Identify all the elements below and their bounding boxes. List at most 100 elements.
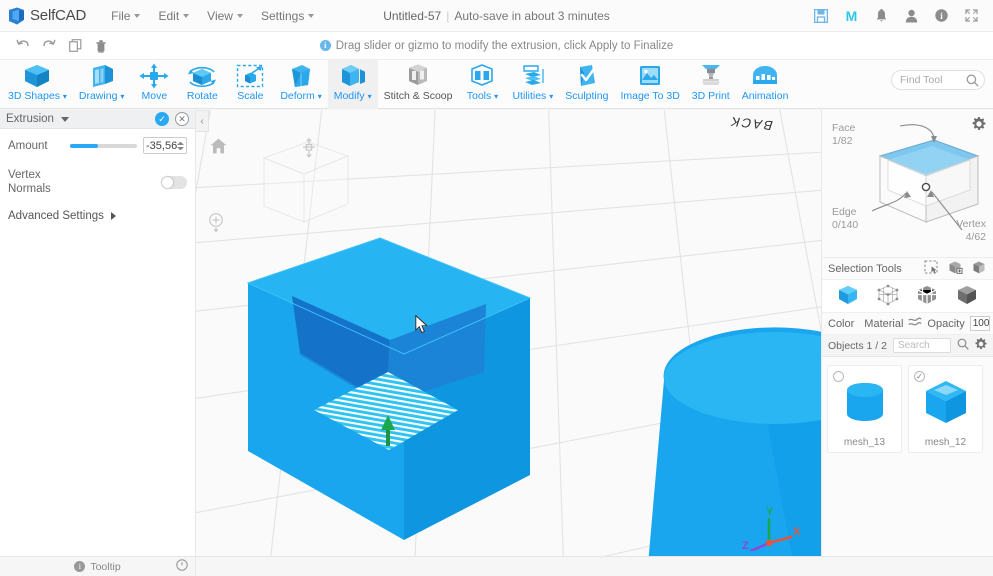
apply-button[interactable]: ✓: [155, 112, 169, 126]
face-value: 1/82: [832, 135, 853, 147]
edge-mode-icon[interactable]: [916, 284, 938, 309]
redo-icon[interactable]: [36, 35, 62, 57]
vertex-label: Vertex: [956, 218, 986, 230]
object-mode-icon[interactable]: [837, 284, 859, 309]
extrusion-panel-header: Extrusion ✓ ✕: [0, 110, 195, 129]
amount-slider[interactable]: [70, 139, 137, 153]
search-icon: [966, 74, 979, 90]
vertex-normals-toggle[interactable]: [161, 175, 187, 189]
drawing-icon: [87, 62, 117, 89]
selection-tools-label: Selection Tools: [828, 262, 902, 275]
object-name: mesh_13: [843, 437, 886, 448]
tooltip-area: i Tooltip: [0, 557, 196, 576]
tool-label: 3D Print: [691, 90, 730, 102]
amount-stepper[interactable]: [177, 141, 184, 150]
extrusion-panel-actions: ✓ ✕: [155, 112, 189, 126]
find-tool-input[interactable]: Find Tool: [891, 70, 985, 90]
vertex-count: Vertex 4/62: [956, 218, 986, 244]
vertex-normals-label: Vertex Normals: [8, 169, 51, 195]
main-toolbar: 3D Shapes ▾ Drawing ▾ Move Rotate Scale: [0, 60, 993, 109]
home-icon[interactable]: [210, 138, 227, 157]
amount-input[interactable]: -35,56: [143, 137, 187, 154]
face-mode-icon[interactable]: [956, 284, 978, 309]
collapse-left-panel-button[interactable]: ‹: [196, 110, 209, 132]
vertex-mode-icon[interactable]: [877, 284, 899, 309]
select-single-icon[interactable]: [924, 260, 939, 278]
selfcad-app: SelfCAD File Edit View Settings Untitled…: [0, 0, 993, 576]
tool-modify[interactable]: Modify ▾: [327, 60, 378, 109]
quick-actions-bar: i Drag slider or gizmo to modify the ext…: [0, 32, 993, 60]
menu-edit[interactable]: Edit: [149, 5, 198, 27]
tool-sculpting[interactable]: Sculpting: [559, 60, 614, 109]
tool-move[interactable]: Move: [130, 60, 178, 109]
objects-row: Objects 1 / 2 Search: [822, 335, 993, 357]
tool-label: Animation: [741, 90, 789, 102]
gizmo-icon[interactable]: [300, 137, 318, 161]
tooltip-info-icon: i: [74, 561, 86, 572]
cancel-button[interactable]: ✕: [175, 112, 189, 126]
selection-diagram: Face 1/82 Edge 0/140 Vertex 4/62: [822, 110, 993, 258]
tool-label: Utilities ▾: [512, 90, 554, 102]
advanced-settings-button[interactable]: Advanced Settings: [0, 196, 195, 222]
material-row: Color Material Opacity 100: [822, 313, 993, 335]
tool-drawing[interactable]: Drawing ▾: [73, 60, 130, 109]
help-info-icon[interactable]: [176, 559, 188, 574]
tool-label: 3D Shapes ▾: [8, 90, 67, 102]
tool-tools[interactable]: Tools ▾: [458, 60, 506, 109]
3d-viewport[interactable]: ‹ BACK Y X Z: [196, 110, 821, 556]
deform-icon: [286, 62, 316, 89]
app-logo[interactable]: SelfCAD: [8, 7, 86, 25]
undo-icon[interactable]: [10, 35, 36, 57]
face-label: Face: [832, 122, 856, 134]
user-account-icon[interactable]: [903, 8, 919, 24]
chevron-down-icon: [183, 14, 190, 19]
tool-label: Rotate: [186, 90, 218, 102]
document-name: Untitled-57: [383, 8, 442, 23]
tool-label: Stitch & Scoop: [383, 90, 453, 102]
axis-gizmo[interactable]: Y X Z: [739, 501, 803, 554]
tool-animation[interactable]: Animation: [736, 60, 795, 109]
selfcad-logo-icon: [8, 7, 25, 25]
list-item[interactable]: mesh_13: [827, 365, 902, 453]
tool-image-to-3d[interactable]: Image To 3D: [614, 60, 685, 109]
info-icon[interactable]: i: [933, 8, 949, 24]
copy-icon[interactable]: [62, 35, 88, 57]
tool-deform[interactable]: Deform ▾: [274, 60, 327, 109]
face-count: Face 1/82: [832, 122, 855, 148]
menu-settings[interactable]: Settings: [252, 5, 323, 27]
objects-search-placeholder: Search: [897, 340, 930, 351]
objects-settings-gear-icon[interactable]: [975, 338, 987, 353]
tool-utilities[interactable]: Utilities ▾: [506, 60, 559, 109]
opacity-input[interactable]: 100: [969, 316, 991, 331]
object-select-checkbox[interactable]: [833, 371, 844, 382]
selection-tools-row: Selection Tools: [822, 258, 993, 280]
material-icon[interactable]: [908, 316, 923, 332]
select-box-icon[interactable]: [948, 260, 963, 278]
fullscreen-icon[interactable]: [963, 8, 979, 24]
opacity-value: 100: [972, 318, 990, 329]
axis-label-z: Z: [742, 540, 749, 551]
tool-rotate[interactable]: Rotate: [178, 60, 226, 109]
list-item[interactable]: ✓ mesh_12: [908, 365, 983, 453]
menu-view[interactable]: View: [198, 5, 252, 27]
tool-3d-print[interactable]: 3D Print: [686, 60, 736, 109]
select-all-icon[interactable]: [972, 260, 987, 278]
tool-label: Drawing ▾: [78, 90, 125, 102]
zoom-icon[interactable]: [208, 212, 226, 235]
image-to-3d-icon: [635, 62, 665, 89]
tool-3d-shapes[interactable]: 3D Shapes ▾: [2, 60, 73, 109]
svg-text:M: M: [845, 9, 857, 23]
object-select-checkbox[interactable]: ✓: [914, 371, 925, 382]
tool-stitch-scoop[interactable]: Stitch & Scoop: [378, 60, 459, 109]
save-icon[interactable]: [813, 8, 829, 24]
tool-scale[interactable]: Scale: [226, 60, 274, 109]
menu-file[interactable]: File: [102, 5, 149, 27]
chevron-down-icon[interactable]: [60, 116, 69, 122]
search-icon[interactable]: [957, 338, 969, 353]
magic-m-icon[interactable]: M: [843, 8, 859, 24]
tool-label: Modify ▾: [333, 90, 372, 102]
delete-icon[interactable]: [88, 35, 114, 57]
hint-info-icon: i: [319, 40, 331, 51]
objects-search-input[interactable]: Search: [892, 338, 951, 353]
notifications-bell-icon[interactable]: [873, 8, 889, 24]
